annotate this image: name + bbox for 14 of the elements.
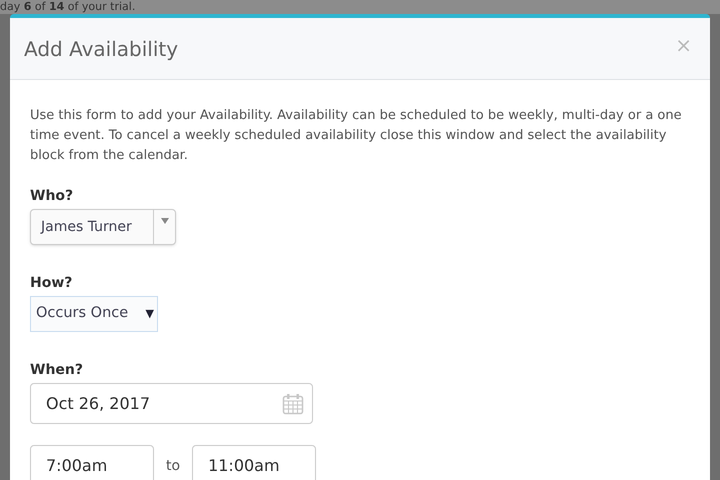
modal-title: Add Availability	[24, 36, 178, 62]
who-label: Who?	[30, 187, 74, 206]
trial-text: day 6 of 14 of your trial.	[0, 0, 136, 13]
start-time-field[interactable]: 7:00am	[30, 445, 154, 480]
caret-icon	[160, 218, 168, 224]
how-label: How?	[30, 274, 72, 293]
when-label: When?	[30, 361, 83, 380]
how-select[interactable]: Occurs Once ▼	[30, 296, 158, 332]
calendar-icon	[282, 392, 304, 414]
end-time-field[interactable]: 11:00am	[192, 445, 316, 480]
to-label: to	[166, 456, 180, 476]
date-field[interactable]: Oct 26, 2017	[30, 383, 313, 424]
who-select[interactable]: James Turner	[30, 209, 176, 245]
intro-paragraph: Use this form to add your Availability. Availability can be scheduled to be weekly, multi-day or a one time event. To cancel a weekly scheduled availability close this window and select the availability block from the calendar.	[30, 107, 683, 165]
